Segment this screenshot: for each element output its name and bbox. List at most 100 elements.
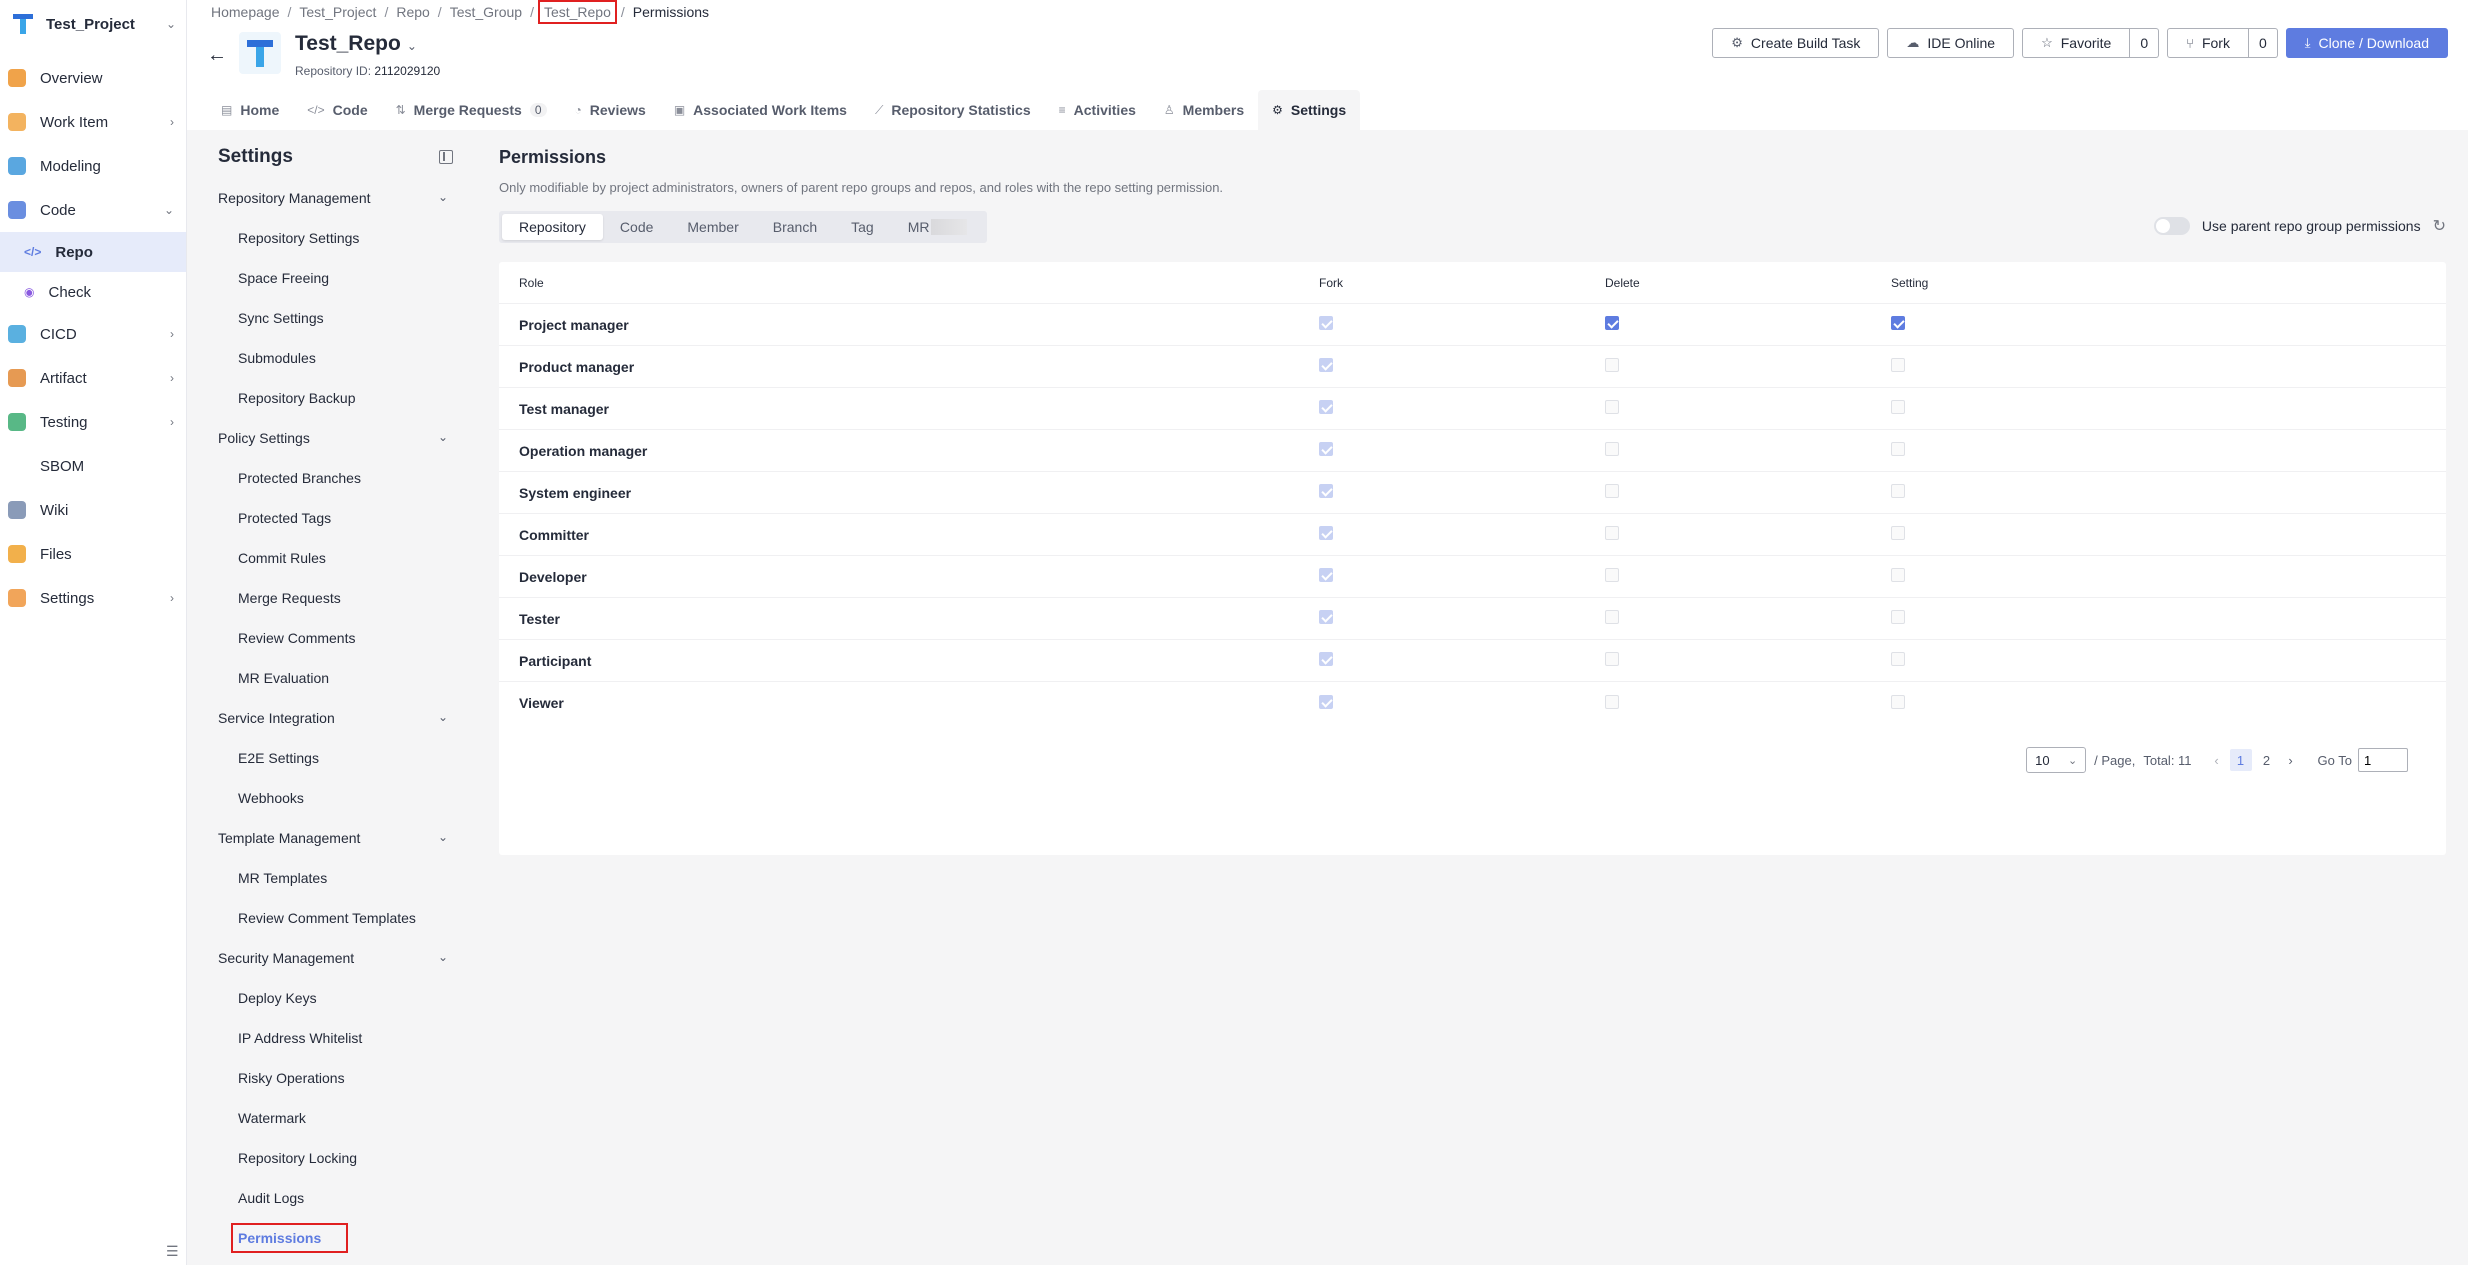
delete-checkbox[interactable] <box>1605 442 1619 456</box>
next-page-icon[interactable]: › <box>2280 753 2302 768</box>
menu-permissions[interactable]: Permissions <box>230 1223 349 1253</box>
delete-checkbox[interactable] <box>1605 694 1619 709</box>
menu-protected-branches[interactable]: Protected Branches <box>238 470 361 486</box>
delete-checkbox[interactable] <box>1605 526 1619 540</box>
menu-repository-settings[interactable]: Repository Settings <box>238 230 359 246</box>
setting-checkbox[interactable] <box>1891 568 1905 582</box>
tab-repository-statistics[interactable]: ⟋ Repository Statistics <box>861 90 1045 130</box>
repo-name[interactable]: Test_Repo ⌄ <box>295 32 417 56</box>
setting-checkbox[interactable] <box>1891 526 1905 540</box>
menu-mr-templates[interactable]: MR Templates <box>238 870 327 886</box>
setting-checkbox[interactable] <box>1891 484 1905 498</box>
clone-download-button[interactable]: ⤓ Clone / Download <box>2285 28 2448 58</box>
setting-checkbox[interactable] <box>1891 442 1905 456</box>
page-size-select[interactable]: 10 ⌄ <box>2026 747 2087 773</box>
delete-checkbox[interactable] <box>1605 400 1619 414</box>
settings-menu-title: Settings <box>218 146 293 167</box>
menu-risky-operations[interactable]: Risky Operations <box>238 1070 345 1086</box>
menu-repository-locking[interactable]: Repository Locking <box>238 1150 357 1166</box>
subtab-branch[interactable]: Branch <box>756 214 834 240</box>
create-build-task-button[interactable]: ⚙ Create Build Task <box>1712 28 1880 58</box>
tab-activities[interactable]: ≡ Activities <box>1045 90 1150 130</box>
tab-associated-work-items[interactable]: ▣ Associated Work Items <box>660 90 861 130</box>
prev-page-icon[interactable]: ‹ <box>2206 753 2228 768</box>
delete-checkbox[interactable] <box>1605 610 1619 624</box>
menu-watermark[interactable]: Watermark <box>238 1110 306 1126</box>
nav-sub-check[interactable]: ◉ Check <box>0 272 186 312</box>
breadcrumb-homepage[interactable]: Homepage <box>211 4 280 20</box>
nav-item-code[interactable]: Code ⌄ <box>0 188 186 232</box>
menu-e2e-settings[interactable]: E2E Settings <box>238 750 319 766</box>
menu-submodules[interactable]: Submodules <box>238 350 316 366</box>
setting-checkbox[interactable] <box>1891 610 1905 624</box>
setting-checkbox[interactable] <box>1891 400 1905 414</box>
tab-code[interactable]: </> Code <box>293 90 381 130</box>
favorite-button[interactable]: ☆ Favorite <box>2022 28 2131 58</box>
menu-protected-tags[interactable]: Protected Tags <box>238 510 331 526</box>
menu-space-freeing[interactable]: Space Freeing <box>238 270 329 286</box>
group-security-management[interactable]: Security Management ⌄ <box>218 950 448 966</box>
menu-commit-rules[interactable]: Commit Rules <box>238 550 326 566</box>
nav-item-work-item[interactable]: Work Item › <box>0 100 186 144</box>
nav-item-cicd[interactable]: CICD › <box>0 312 186 356</box>
menu-repository-backup[interactable]: Repository Backup <box>238 390 356 406</box>
breadcrumb-repo[interactable]: Repo <box>396 4 429 20</box>
nav-item-overview[interactable]: Overview <box>0 56 186 100</box>
subtab-tag[interactable]: Tag <box>834 214 891 240</box>
menu-mr-evaluation[interactable]: MR Evaluation <box>238 670 329 686</box>
group-repository-management[interactable]: Repository Management ⌄ <box>218 190 448 206</box>
nav-item-files[interactable]: Files <box>0 532 186 576</box>
tab-home[interactable]: ▤ Home <box>207 90 293 130</box>
table-row: Project manager <box>499 304 2446 346</box>
menu-deploy-keys[interactable]: Deploy Keys <box>238 990 317 1006</box>
breadcrumb-group[interactable]: Test_Group <box>450 4 522 20</box>
nav-item-sbom[interactable]: SBOM <box>0 444 186 488</box>
delete-checkbox[interactable] <box>1605 568 1619 582</box>
menu-merge-requests[interactable]: Merge Requests <box>238 590 341 606</box>
goto-page-input[interactable] <box>2358 748 2408 772</box>
back-arrow-icon[interactable]: ← <box>207 44 227 67</box>
collapse-panel-icon[interactable] <box>439 150 453 164</box>
page-number[interactable]: 1 <box>2229 749 2252 771</box>
subtab-repository[interactable]: Repository <box>502 214 603 240</box>
fork-button[interactable]: ⑂ Fork <box>2167 28 2249 58</box>
delete-checkbox[interactable] <box>1605 358 1619 372</box>
refresh-icon[interactable]: ↻ <box>2433 216 2446 236</box>
menu-review-comment-templates[interactable]: Review Comment Templates <box>238 910 416 926</box>
ide-online-button[interactable]: ☁ IDE Online <box>1887 28 2015 58</box>
tab-merge-requests[interactable]: ⇅ Merge Requests 0 <box>382 90 561 130</box>
delete-checkbox[interactable] <box>1605 652 1619 666</box>
nav-item-artifact[interactable]: Artifact › <box>0 356 186 400</box>
group-template-management[interactable]: Template Management ⌄ <box>218 830 448 846</box>
setting-checkbox[interactable] <box>1891 358 1905 372</box>
subtab-mr[interactable]: MR <box>891 214 985 240</box>
setting-checkbox[interactable] <box>1891 316 1905 330</box>
breadcrumb-project[interactable]: Test_Project <box>299 4 376 20</box>
setting-checkbox[interactable] <box>1891 694 1905 709</box>
nav-item-wiki[interactable]: Wiki <box>0 488 186 532</box>
nav-item-testing[interactable]: Testing › <box>0 400 186 444</box>
menu-webhooks[interactable]: Webhooks <box>238 790 304 806</box>
tab-reviews[interactable]: ◔ Reviews <box>561 90 660 130</box>
group-policy-settings[interactable]: Policy Settings ⌄ <box>218 430 448 446</box>
group-service-integration[interactable]: Service Integration ⌄ <box>218 710 448 726</box>
menu-ip-address-whitelist[interactable]: IP Address Whitelist <box>238 1030 362 1046</box>
page-number[interactable]: 2 <box>2256 749 2278 771</box>
tab-settings[interactable]: ⚙ Settings <box>1258 90 1361 130</box>
menu-review-comments[interactable]: Review Comments <box>238 630 355 646</box>
breadcrumb-repo-name[interactable]: Test_Repo <box>537 0 617 24</box>
collapse-nav-icon[interactable]: ☰ <box>166 1243 179 1260</box>
subtab-code[interactable]: Code <box>603 214 670 240</box>
delete-checkbox[interactable] <box>1605 484 1619 498</box>
nav-sub-repo[interactable]: </> Repo <box>0 232 186 272</box>
parent-permissions-switch[interactable] <box>2153 217 2190 235</box>
subtab-member[interactable]: Member <box>670 214 755 240</box>
delete-checkbox[interactable] <box>1605 316 1619 330</box>
project-switcher[interactable]: Test_Project ⌄ <box>0 0 186 48</box>
menu-sync-settings[interactable]: Sync Settings <box>238 310 324 326</box>
nav-item-settings[interactable]: Settings › <box>0 576 186 620</box>
tab-members[interactable]: ♙ Members <box>1150 90 1258 130</box>
menu-audit-logs[interactable]: Audit Logs <box>238 1190 304 1206</box>
nav-item-modeling[interactable]: Modeling <box>0 144 186 188</box>
setting-checkbox[interactable] <box>1891 652 1905 666</box>
